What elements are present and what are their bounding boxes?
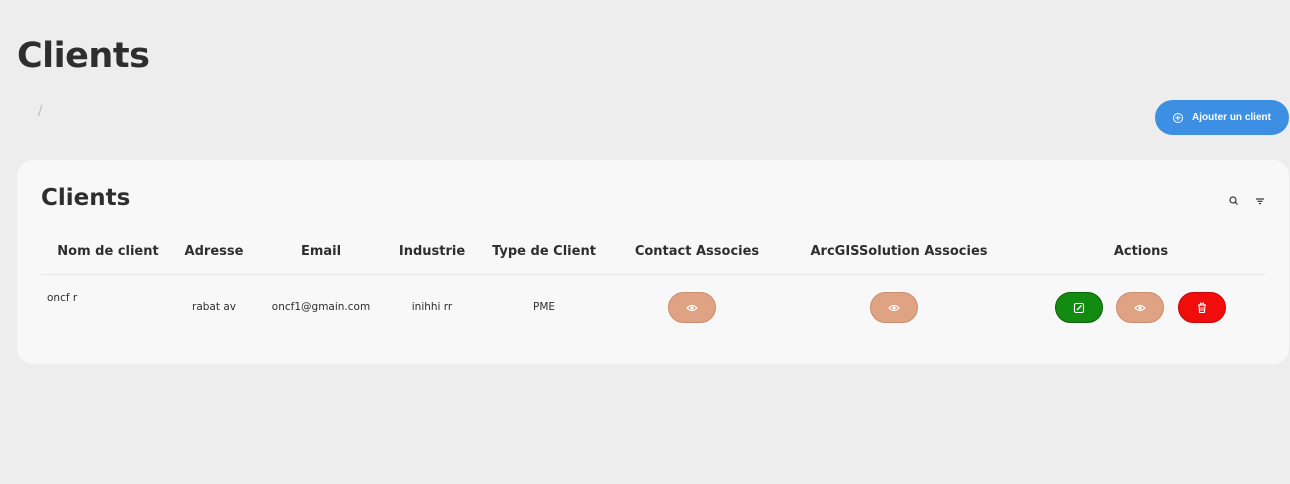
search-icon[interactable] <box>1228 195 1240 207</box>
edit-icon <box>1073 302 1085 313</box>
cell-email: oncf1@gmain.com <box>271 301 371 313</box>
column-header-contact[interactable]: Contact Associes <box>635 244 759 259</box>
cell-adresse: rabat av <box>192 301 236 313</box>
add-client-label: Ajouter un client <box>1192 112 1271 123</box>
cell-nom: oncf r <box>47 292 78 304</box>
filter-icon[interactable] <box>1254 195 1266 207</box>
clients-card: Clients Nom de client Adresse Email Indu… <box>17 160 1289 364</box>
plus-circle-icon <box>1173 112 1184 123</box>
view-contacts-button[interactable] <box>668 292 716 323</box>
add-client-button[interactable]: Ajouter un client <box>1155 100 1289 135</box>
trash-icon <box>1198 302 1206 313</box>
edit-client-button[interactable] <box>1055 292 1103 323</box>
column-header-nom[interactable]: Nom de client <box>57 244 158 259</box>
column-header-adresse[interactable]: Adresse <box>185 244 244 259</box>
column-header-type[interactable]: Type de Client <box>492 244 596 259</box>
breadcrumb[interactable]: / <box>38 104 42 119</box>
cell-type: PME <box>532 301 556 313</box>
column-header-arcgis[interactable]: ArcGISSolution Associes <box>810 244 987 259</box>
page-title: Clients <box>17 36 150 76</box>
view-client-button[interactable] <box>1116 292 1164 323</box>
eye-icon <box>1134 304 1146 311</box>
column-header-email[interactable]: Email <box>301 244 341 259</box>
card-title: Clients <box>41 185 131 211</box>
header-divider <box>41 274 1265 275</box>
delete-client-button[interactable] <box>1178 292 1226 323</box>
cell-industrie: inihhi rr <box>411 301 453 313</box>
column-header-industrie[interactable]: Industrie <box>399 244 465 259</box>
column-header-actions: Actions <box>1113 244 1169 259</box>
eye-icon <box>888 304 900 311</box>
view-arcgis-solutions-button[interactable] <box>870 292 918 323</box>
eye-icon <box>686 304 698 311</box>
